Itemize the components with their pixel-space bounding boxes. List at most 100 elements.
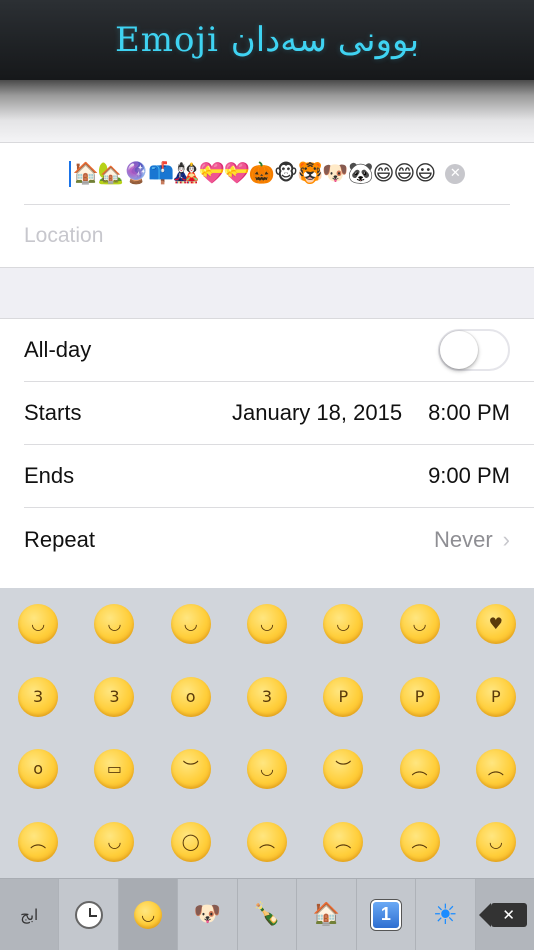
emoji-key[interactable]: ︵ bbox=[458, 733, 534, 806]
emoji-key[interactable]: ︵ bbox=[381, 733, 457, 806]
emoji-key[interactable]: ▭ bbox=[76, 733, 152, 806]
cry-emoji-icon: ︵ bbox=[18, 821, 59, 862]
sob-emoji-icon: ◯ bbox=[170, 821, 211, 862]
emoji-key[interactable]: ◡ bbox=[0, 588, 76, 661]
smile-emoji-icon: ◡ bbox=[18, 604, 59, 645]
nav-shade bbox=[0, 80, 534, 142]
app-banner: Emoji بوونی سەدان bbox=[0, 0, 534, 80]
delete-icon: ✕ bbox=[478, 902, 527, 927]
flushed-emoji-icon: o bbox=[18, 749, 59, 790]
allday-toggle[interactable] bbox=[438, 329, 510, 371]
toggle-knob bbox=[440, 331, 478, 369]
emoji-key[interactable]: ◡ bbox=[153, 588, 229, 661]
text-cursor bbox=[68, 160, 71, 187]
allday-label: All-day bbox=[24, 337, 92, 362]
bottle-icon: 🍾 bbox=[253, 902, 281, 927]
emoji-key[interactable]: P bbox=[305, 661, 381, 734]
repeat-row[interactable]: Repeat Never › bbox=[24, 508, 534, 571]
cold-sweat-emoji-icon: ︵ bbox=[399, 821, 440, 862]
starts-label: Starts bbox=[24, 400, 82, 425]
event-title-field[interactable]: 🏠🏡🔮📫🎎💝💝🎃🐵🐯🐶🐼😄😄😃 ✕ bbox=[24, 143, 510, 205]
emoji-key[interactable]: o bbox=[153, 661, 229, 734]
grinning-emoji-icon: ◡ bbox=[170, 604, 211, 645]
disappointed-emoji-icon: ︵ bbox=[399, 749, 440, 790]
heart-eyes-emoji-icon: ♥ bbox=[475, 604, 516, 645]
unamused-emoji-icon: ︶ bbox=[323, 749, 364, 790]
keyboard-switch-label: ابج bbox=[20, 905, 39, 924]
sleepy-emoji-icon: ︵ bbox=[246, 821, 287, 862]
emoji-key[interactable]: 3 bbox=[0, 661, 76, 734]
emoji-key[interactable]: ︶ bbox=[153, 733, 229, 806]
emoji-key[interactable]: ◡ bbox=[76, 588, 152, 661]
stuck-out-tongue-closed-eyes-emoji-icon: P bbox=[399, 676, 440, 717]
banner-title: Emoji بوونی سەدان bbox=[114, 20, 420, 60]
sun-icon: ☀ bbox=[432, 898, 458, 931]
emoji-key[interactable]: ◡ bbox=[229, 588, 305, 661]
kissing-smiling-eyes-emoji-icon: 3 bbox=[246, 676, 287, 717]
allday-row: All-day bbox=[24, 319, 534, 382]
stuck-out-tongue-emoji-icon: P bbox=[475, 676, 516, 717]
category-weather[interactable]: ☀ bbox=[416, 879, 476, 950]
emoji-key[interactable]: ◡ bbox=[458, 806, 534, 879]
emoji-key[interactable]: ︵ bbox=[0, 806, 76, 879]
emoji-key[interactable]: ◡ bbox=[76, 806, 152, 879]
wink-emoji-icon: ◡ bbox=[399, 604, 440, 645]
event-title-card: 🏠🏡🔮📫🎎💝💝🎃🐵🐯🐶🐼😄😄😃 ✕ bbox=[0, 142, 534, 268]
event-title-value[interactable]: 🏠🏡🔮📫🎎💝💝🎃🐵🐯🐶🐼😄😄😃 bbox=[73, 161, 437, 186]
starts-time[interactable]: 8:00 PM bbox=[428, 400, 510, 426]
relaxed-emoji-icon: ◡ bbox=[323, 604, 364, 645]
joy-emoji-icon: ◡ bbox=[94, 821, 135, 862]
keyboard-category-bar: ابج ◡ 🐶 🍾 🏠 1 ☀ ✕ bbox=[0, 878, 534, 950]
location-row[interactable] bbox=[24, 205, 534, 267]
category-places[interactable]: 🍾 bbox=[238, 879, 298, 950]
category-recent[interactable] bbox=[59, 879, 119, 950]
kissing-heart-emoji-icon: 3 bbox=[18, 676, 59, 717]
emoji-key[interactable]: ︶ bbox=[305, 733, 381, 806]
location-input[interactable] bbox=[24, 224, 484, 248]
emoji-key[interactable]: P bbox=[381, 661, 457, 734]
emoji-grid: ◡ ◡ ◡ ◡ ◡ ◡ ♥ 3 3 o 3 P P Po ▭ ︶ ◡ ︶ ︵ ︵ ︵ ◡ ◯ ︵ ︵ ︵ ◡ bbox=[0, 588, 534, 878]
category-nature[interactable]: 🐶 bbox=[178, 879, 238, 950]
emoji-key[interactable]: ︵ bbox=[381, 806, 457, 879]
ends-row[interactable]: Ends 9:00 PM bbox=[24, 445, 534, 508]
emoji-key[interactable]: ◡ bbox=[305, 588, 381, 661]
kissing-closed-eyes-emoji-icon: 3 bbox=[94, 676, 135, 717]
category-buildings[interactable]: 🏠 bbox=[297, 879, 357, 950]
chevron-right-icon: › bbox=[502, 526, 510, 552]
repeat-label: Repeat bbox=[24, 526, 95, 552]
starts-date[interactable]: January 18, 2015 bbox=[232, 400, 402, 426]
persevere-emoji-icon: ︵ bbox=[475, 749, 516, 790]
grimacing-emoji-icon: ▭ bbox=[94, 749, 135, 790]
smiley-emoji-icon: ◡ bbox=[94, 604, 135, 645]
kissing-emoji-icon: o bbox=[170, 676, 211, 717]
dog-face-icon: 🐶 bbox=[193, 902, 222, 927]
clear-text-icon[interactable]: ✕ bbox=[445, 163, 466, 184]
emoji-key[interactable]: ◡ bbox=[381, 588, 457, 661]
smiley-face-icon: ◡ bbox=[134, 900, 163, 929]
starts-row[interactable]: Starts January 18, 2015 8:00 PM bbox=[24, 382, 534, 445]
emoji-key[interactable]: 3 bbox=[229, 661, 305, 734]
category-people[interactable]: ◡ bbox=[118, 879, 179, 950]
emoji-key[interactable]: ◡ bbox=[229, 733, 305, 806]
blush-emoji-icon: ◡ bbox=[246, 604, 287, 645]
emoji-key[interactable]: o bbox=[0, 733, 76, 806]
emoji-key[interactable]: 3 bbox=[76, 661, 152, 734]
stuck-out-tongue-winking-eye-emoji-icon: P bbox=[323, 676, 364, 717]
relieved-emoji-icon: ◡ bbox=[246, 749, 287, 790]
keyboard-switch-button[interactable]: ابج bbox=[0, 879, 60, 950]
emoji-key[interactable]: ︵ bbox=[305, 806, 381, 879]
emoji-key[interactable]: ◯ bbox=[153, 806, 229, 879]
event-details-card: All-day Starts January 18, 2015 8:00 PM … bbox=[0, 318, 534, 588]
delete-key[interactable]: ✕ bbox=[475, 879, 534, 950]
clock-icon bbox=[74, 900, 103, 929]
emoji-key[interactable]: P bbox=[458, 661, 534, 734]
emoji-key[interactable]: ︵ bbox=[229, 806, 305, 879]
emoji-key[interactable]: ♥ bbox=[458, 588, 534, 661]
sweat-smile-emoji-icon: ◡ bbox=[475, 821, 516, 862]
ends-time[interactable]: 9:00 PM bbox=[428, 463, 510, 489]
repeat-value: Never bbox=[433, 526, 493, 552]
emoji-keyboard: ◡ ◡ ◡ ◡ ◡ ◡ ♥ 3 3 o 3 P P Po ▭ ︶ ◡ ︶ ︵ ︵ ︵ ◡ ◯ ︵ ︵ ︵ ◡ bbox=[0, 588, 534, 878]
ends-label: Ends bbox=[24, 463, 75, 488]
house-icon: 🏠 bbox=[312, 902, 341, 927]
category-symbols[interactable]: 1 bbox=[357, 879, 417, 950]
